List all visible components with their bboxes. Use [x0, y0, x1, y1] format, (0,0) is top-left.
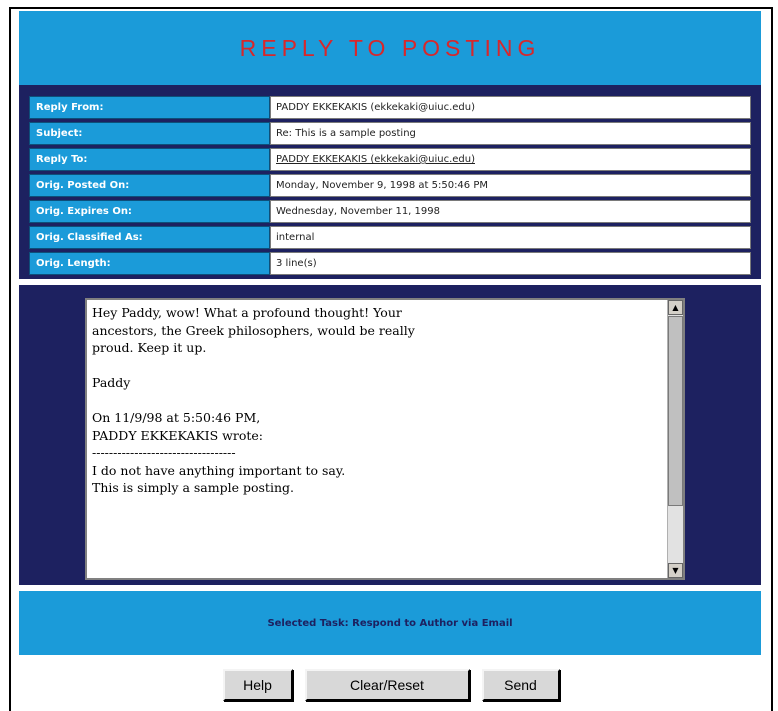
classified-as-value: internal — [270, 226, 751, 249]
window-frame: REPLY TO POSTING Reply From: PADDY EKKEK… — [9, 7, 773, 711]
info-row-classified-as: Orig. Classified As: internal — [29, 226, 751, 249]
reply-to-label: Reply To: — [29, 148, 270, 171]
help-button[interactable]: Help — [222, 669, 293, 701]
posting-info-panel: Reply From: PADDY EKKEKAKIS (ekkekaki@ui… — [19, 85, 761, 279]
length-value: 3 line(s) — [270, 252, 751, 275]
page-title: REPLY TO POSTING — [239, 34, 541, 61]
scroll-down-arrow-icon[interactable]: ▼ — [668, 563, 683, 578]
clear-reset-button[interactable]: Clear/Reset — [304, 669, 470, 701]
subject-value: Re: This is a sample posting — [270, 122, 751, 145]
reply-to-value: PADDY EKKEKAKIS (ekkekaki@uiuc.edu) — [270, 148, 751, 171]
posted-on-value: Monday, November 9, 1998 at 5:50:46 PM — [270, 174, 751, 197]
reply-to-email-link[interactable]: PADDY EKKEKAKIS (ekkekaki@uiuc.edu) — [276, 154, 475, 165]
reply-from-value: PADDY EKKEKAKIS (ekkekaki@uiuc.edu) — [270, 96, 751, 119]
info-row-reply-to: Reply To: PADDY EKKEKAKIS (ekkekaki@uiuc… — [29, 148, 751, 171]
message-panel: Hey Paddy, wow! What a profound thought!… — [19, 285, 761, 585]
selected-task-text: Selected Task: Respond to Author via Ema… — [267, 617, 513, 629]
posted-on-label: Orig. Posted On: — [29, 174, 270, 197]
posting-info-table: Reply From: PADDY EKKEKAKIS (ekkekaki@ui… — [29, 93, 751, 278]
info-row-expires-on: Orig. Expires On: Wednesday, November 11… — [29, 200, 751, 223]
info-row-length: Orig. Length: 3 line(s) — [29, 252, 751, 275]
info-row-posted-on: Orig. Posted On: Monday, November 9, 199… — [29, 174, 751, 197]
subject-label: Subject: — [29, 122, 270, 145]
message-textarea[interactable]: Hey Paddy, wow! What a profound thought!… — [85, 298, 685, 580]
selected-task-bar: Selected Task: Respond to Author via Ema… — [19, 591, 761, 655]
info-row-subject: Subject: Re: This is a sample posting — [29, 122, 751, 145]
title-bar: REPLY TO POSTING — [19, 11, 761, 85]
action-buttons: Help Clear/Reset Send — [11, 669, 771, 705]
length-label: Orig. Length: — [29, 252, 270, 275]
scroll-up-arrow-icon[interactable]: ▲ — [668, 300, 683, 315]
expires-on-value: Wednesday, November 11, 1998 — [270, 200, 751, 223]
scrollbar-thumb[interactable] — [668, 316, 683, 506]
message-scrollbar[interactable]: ▲ ▼ — [667, 300, 683, 578]
reply-from-label: Reply From: — [29, 96, 270, 119]
send-button[interactable]: Send — [481, 669, 560, 701]
message-body[interactable]: Hey Paddy, wow! What a profound thought!… — [87, 300, 667, 578]
expires-on-label: Orig. Expires On: — [29, 200, 270, 223]
classified-as-label: Orig. Classified As: — [29, 226, 270, 249]
info-row-reply-from: Reply From: PADDY EKKEKAKIS (ekkekaki@ui… — [29, 96, 751, 119]
